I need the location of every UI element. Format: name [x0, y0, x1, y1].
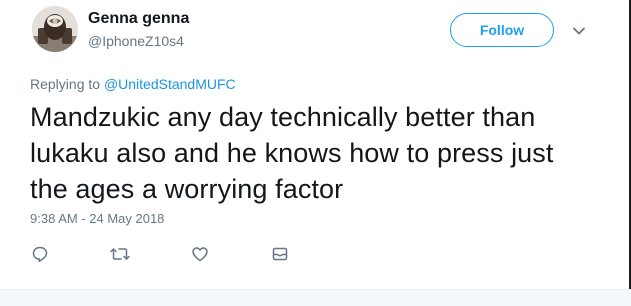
heart-icon[interactable]: [189, 243, 211, 265]
reply-mention-link[interactable]: @UnitedStandMUFC: [104, 76, 236, 92]
envelope-icon[interactable]: [269, 243, 291, 265]
user-handle[interactable]: @IphoneZ10s4: [88, 33, 184, 49]
avatar[interactable]: [32, 6, 78, 52]
chevron-down-icon[interactable]: [570, 22, 588, 40]
display-name[interactable]: Genna genna: [88, 10, 189, 28]
follow-button[interactable]: Follow: [450, 13, 554, 47]
avatar-image: [32, 6, 78, 52]
bottom-band: [0, 289, 631, 306]
tweet-text-line: lukaku also and he knows how to press ju…: [30, 138, 554, 168]
tweet-text-line: Mandzukic any day technically better tha…: [30, 102, 536, 132]
tweet-card: Genna genna @IphoneZ10s4 Follow Replying…: [0, 0, 631, 306]
replying-to-label: Replying to: [30, 76, 104, 92]
reply-icon[interactable]: [29, 243, 51, 265]
tweet-text: Mandzukic any day technically better tha…: [30, 99, 590, 207]
tweet-timestamp[interactable]: 9:38 AM - 24 May 2018: [30, 211, 164, 226]
tweet-text-line: the ages a worrying factor: [30, 174, 344, 204]
retweet-icon[interactable]: [109, 243, 131, 265]
replying-to: Replying to @UnitedStandMUFC: [30, 76, 236, 92]
